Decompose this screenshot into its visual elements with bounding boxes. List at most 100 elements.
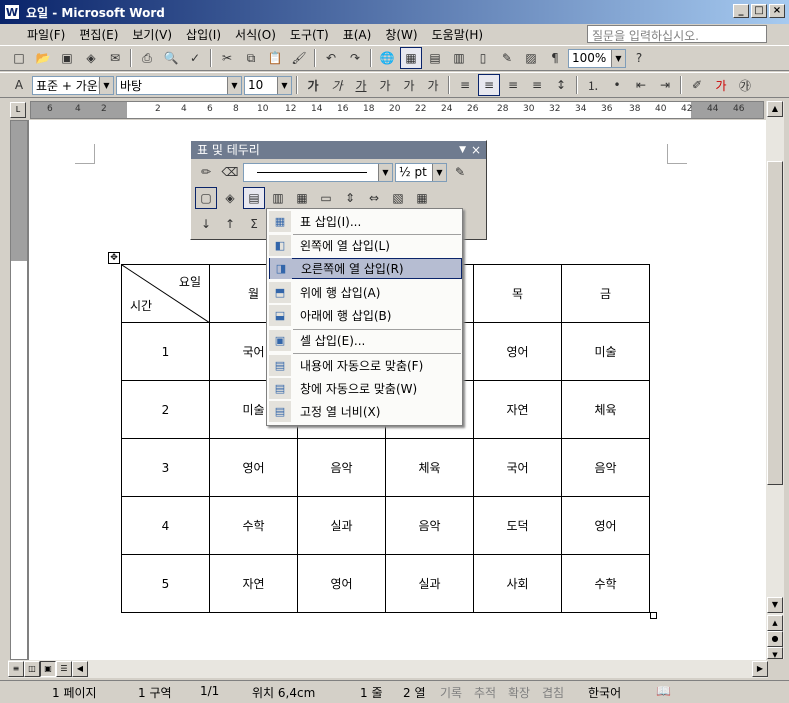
menu-table[interactable]: 표(A) <box>336 26 379 43</box>
table-cell[interactable]: 영어 <box>473 322 562 381</box>
menu-window[interactable]: 창(W) <box>378 26 424 43</box>
panel-close-icon[interactable]: × <box>471 141 481 159</box>
justify-icon[interactable]: ≡ <box>526 74 548 96</box>
normal-view-icon[interactable]: ≡ <box>8 661 24 677</box>
previous-page-icon[interactable]: ▲ <box>767 615 783 631</box>
table-resize-handle-icon[interactable] <box>650 612 657 619</box>
drawing-icon[interactable]: ✎ <box>496 47 518 69</box>
border-color-icon[interactable]: ✎ <box>449 161 471 183</box>
menu-format[interactable]: 서식(O) <box>228 26 283 43</box>
scroll-thumb[interactable] <box>767 161 783 485</box>
period-cell[interactable]: 5 <box>121 554 210 613</box>
char-border-icon[interactable]: 가 <box>374 74 396 96</box>
chevron-down-icon[interactable]: ▼ <box>227 76 241 94</box>
char-shading-icon[interactable]: 가 <box>398 74 420 96</box>
decrease-indent-icon[interactable]: ⇤ <box>630 74 652 96</box>
period-cell[interactable]: 4 <box>121 496 210 555</box>
table-cell[interactable]: 미술 <box>561 322 650 381</box>
sort-descending-icon[interactable]: ↑ <box>219 213 241 235</box>
insert-excel-icon[interactable]: ▥ <box>448 47 470 69</box>
columns-icon[interactable]: ▯ <box>472 47 494 69</box>
distribute-rows-icon[interactable]: ⇕ <box>339 187 361 209</box>
outline-view-icon[interactable]: ☰ <box>56 661 72 677</box>
table-cell[interactable]: 체육 <box>385 438 474 497</box>
show-gridlines-icon[interactable]: ▦ <box>411 187 433 209</box>
menu-edit[interactable]: 편집(E) <box>72 26 125 43</box>
table-cell[interactable]: 자연 <box>473 380 562 439</box>
day-header-cell[interactable]: 금 <box>561 264 650 323</box>
borders-icon[interactable]: ▢ <box>195 187 217 209</box>
enclose-char-icon[interactable]: ㉮ <box>734 74 756 96</box>
table-cell[interactable]: 체육 <box>561 380 650 439</box>
line-weight-select[interactable]: ½ pt ▼ <box>395 162 447 182</box>
table-cell[interactable]: 국어 <box>473 438 562 497</box>
draw-table-pencil-icon[interactable]: ✏ <box>195 161 217 183</box>
panel-title-bar[interactable]: 표 및 테두리 ▼ × <box>191 141 486 159</box>
web-layout-icon[interactable]: ◫ <box>24 661 40 677</box>
highlight-icon[interactable]: ✐ <box>686 74 708 96</box>
bullets-icon[interactable]: • <box>606 74 628 96</box>
new-document-icon[interactable]: □ <box>8 47 30 69</box>
hyperlink-icon[interactable]: 🌐 <box>376 47 398 69</box>
autosum-icon[interactable]: Σ <box>243 213 265 235</box>
menu-item-autofit-window[interactable]: ▤ 창에 자동으로 맞춤(W) <box>269 378 462 399</box>
undo-icon[interactable]: ↶ <box>320 47 342 69</box>
table-cell[interactable]: 음악 <box>297 438 386 497</box>
split-cells-icon[interactable]: ▦ <box>291 187 313 209</box>
styles-pane-icon[interactable]: A <box>8 74 30 96</box>
vertical-ruler[interactable] <box>10 120 28 660</box>
align-center-icon[interactable]: ≡ <box>478 74 500 96</box>
shading-color-icon[interactable]: ◈ <box>219 187 241 209</box>
zoom-select[interactable]: 100% ▼ <box>568 48 626 68</box>
diagonal-header-cell[interactable]: 요일 시간 <box>121 264 210 323</box>
table-cell[interactable]: 사회 <box>473 554 562 613</box>
copy-icon[interactable]: ⧉ <box>240 47 262 69</box>
help-icon[interactable]: ? <box>628 47 650 69</box>
status-overtype[interactable]: 겹침 <box>542 684 564 701</box>
menu-file[interactable]: 파일(F) <box>20 26 72 43</box>
format-painter-icon[interactable]: 🖌 <box>288 47 310 69</box>
chevron-down-icon[interactable]: ▼ <box>611 49 625 67</box>
open-folder-icon[interactable]: 📂 <box>32 47 54 69</box>
redo-icon[interactable]: ↷ <box>344 47 366 69</box>
style-select[interactable]: 표준 + 가운데 ▼ <box>32 75 114 95</box>
print-icon[interactable]: ⎙ <box>136 47 158 69</box>
period-cell[interactable]: 1 <box>121 322 210 381</box>
table-cell[interactable]: 영어 <box>209 438 298 497</box>
align-cell-icon[interactable]: ▭ <box>315 187 337 209</box>
menu-view[interactable]: 보기(V) <box>125 26 179 43</box>
table-cell[interactable]: 수학 <box>209 496 298 555</box>
italic-icon[interactable]: 가 <box>326 74 348 96</box>
align-right-icon[interactable]: ≡ <box>502 74 524 96</box>
table-cell[interactable]: 도덕 <box>473 496 562 555</box>
table-cell[interactable]: 자연 <box>209 554 298 613</box>
spelling-status-icon[interactable]: 📖 <box>656 684 671 698</box>
period-cell[interactable]: 3 <box>121 438 210 497</box>
scroll-up-icon[interactable]: ▲ <box>767 101 783 117</box>
tab-selector-icon[interactable]: L <box>10 102 26 118</box>
save-icon[interactable]: ▣ <box>56 47 78 69</box>
status-extend[interactable]: 확장 <box>508 684 530 701</box>
table-move-handle-icon[interactable]: ✥ <box>108 252 120 264</box>
menu-item-insert-column-left[interactable]: ◧ 왼쪽에 열 삽입(L) <box>269 235 462 256</box>
email-icon[interactable]: ✉ <box>104 47 126 69</box>
increase-indent-icon[interactable]: ⇥ <box>654 74 676 96</box>
status-track[interactable]: 추적 <box>474 684 496 701</box>
vertical-scrollbar[interactable]: ▲ ▼ ▲ ● ▼ <box>766 101 784 659</box>
chevron-down-icon[interactable]: ▼ <box>378 163 392 181</box>
eraser-icon[interactable]: ⌫ <box>219 161 241 183</box>
chevron-down-icon[interactable]: ▼ <box>432 163 446 181</box>
underline-icon[interactable]: 가 <box>350 74 372 96</box>
menu-item-insert-cell[interactable]: ▣ 셀 삽입(E)... <box>269 330 462 351</box>
menu-item-insert-row-below[interactable]: ⬓ 아래에 행 삽입(B) <box>269 305 462 326</box>
document-map-icon[interactable]: ▨ <box>520 47 542 69</box>
tables-borders-icon[interactable]: ▦ <box>400 47 422 69</box>
panel-options-icon[interactable]: ▼ <box>459 141 466 159</box>
table-cell[interactable]: 수학 <box>561 554 650 613</box>
day-header-cell[interactable]: 목 <box>473 264 562 323</box>
browse-object-icon[interactable]: ● <box>767 631 783 647</box>
table-cell[interactable]: 실과 <box>385 554 474 613</box>
table-cell[interactable]: 음악 <box>561 438 650 497</box>
cut-icon[interactable]: ✂ <box>216 47 238 69</box>
period-cell[interactable]: 2 <box>121 380 210 439</box>
